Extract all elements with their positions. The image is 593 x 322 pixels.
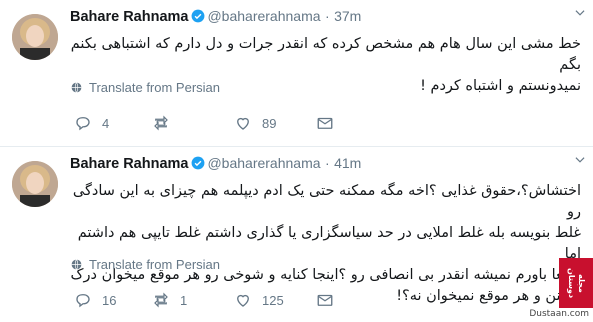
separator-dot: · xyxy=(324,155,330,171)
display-name[interactable]: Bahare Rahnama xyxy=(70,156,188,172)
reply-count: 4 xyxy=(102,115,110,131)
reply-icon xyxy=(76,117,90,131)
tweet[interactable]: Bahare Rahnama @baharerahnama · 41m اختشا… xyxy=(0,146,593,322)
like-count: 89 xyxy=(262,115,277,131)
avatar[interactable] xyxy=(12,14,58,60)
tweet-header: Bahare Rahnama @baharerahnama · 41m xyxy=(70,155,581,177)
verified-badge-icon xyxy=(192,9,205,23)
tweet-actions: 16 1 125 xyxy=(70,291,370,311)
tweet-actions: 4 89 xyxy=(70,114,370,134)
tweet-text-line: اختشاش؟،حقوق غذایی ؟اخه مگه ممکنه حتی یک… xyxy=(72,183,581,220)
avatar[interactable] xyxy=(12,161,58,207)
like-icon xyxy=(237,294,249,307)
chevron-down-icon[interactable] xyxy=(573,153,587,167)
like-count: 125 xyxy=(262,292,284,308)
message-icon xyxy=(317,294,333,306)
chevron-down-icon[interactable] xyxy=(573,6,587,20)
timestamp[interactable]: 37m xyxy=(334,8,361,24)
translate-link[interactable]: Translate from Persian xyxy=(70,80,220,95)
tweet[interactable]: Bahare Rahnama @baharerahnama · 37m خط مش… xyxy=(0,0,593,146)
verified-badge-icon xyxy=(192,156,205,170)
reply-button[interactable]: 4 xyxy=(74,114,109,132)
message-icon xyxy=(317,117,333,129)
tweet-header: Bahare Rahnama @baharerahnama · 37m xyxy=(70,8,581,30)
retweet-icon xyxy=(154,115,168,131)
like-icon xyxy=(237,117,249,130)
display-name[interactable]: Bahare Rahnama xyxy=(70,9,188,25)
tweet-text: اختشاش؟،حقوق غذایی ؟اخه مگه ممکنه حتی یک… xyxy=(70,181,581,307)
message-button[interactable] xyxy=(316,114,344,132)
watermark: Dustaan.com xyxy=(529,309,589,319)
globe-icon xyxy=(71,82,82,93)
translate-label: Translate from Persian xyxy=(89,80,221,95)
site-logo-stamp: مجله دوستان xyxy=(559,258,593,308)
separator-dot: · xyxy=(324,8,330,24)
tweet-text-line: خط مشی این سال هام هم مشخص کرده که انقدر… xyxy=(70,36,581,73)
message-button[interactable] xyxy=(316,291,344,309)
globe-icon xyxy=(71,259,82,270)
translate-label: Translate from Persian xyxy=(89,257,221,272)
retweet-icon xyxy=(154,292,168,308)
handle[interactable]: @baharerahnama xyxy=(207,8,320,24)
retweet-button[interactable]: 1 xyxy=(152,291,187,309)
handle[interactable]: @baharerahnama xyxy=(207,155,320,171)
translate-link[interactable]: Translate from Persian xyxy=(70,257,220,272)
like-button[interactable]: 125 xyxy=(234,291,284,309)
reply-button[interactable]: 16 xyxy=(74,291,116,309)
reply-count: 16 xyxy=(102,292,117,308)
retweet-count: 1 xyxy=(180,292,188,308)
timestamp[interactable]: 41m xyxy=(334,155,361,171)
reply-icon xyxy=(76,294,90,308)
retweet-button[interactable] xyxy=(152,114,180,132)
like-button[interactable]: 89 xyxy=(234,114,276,132)
